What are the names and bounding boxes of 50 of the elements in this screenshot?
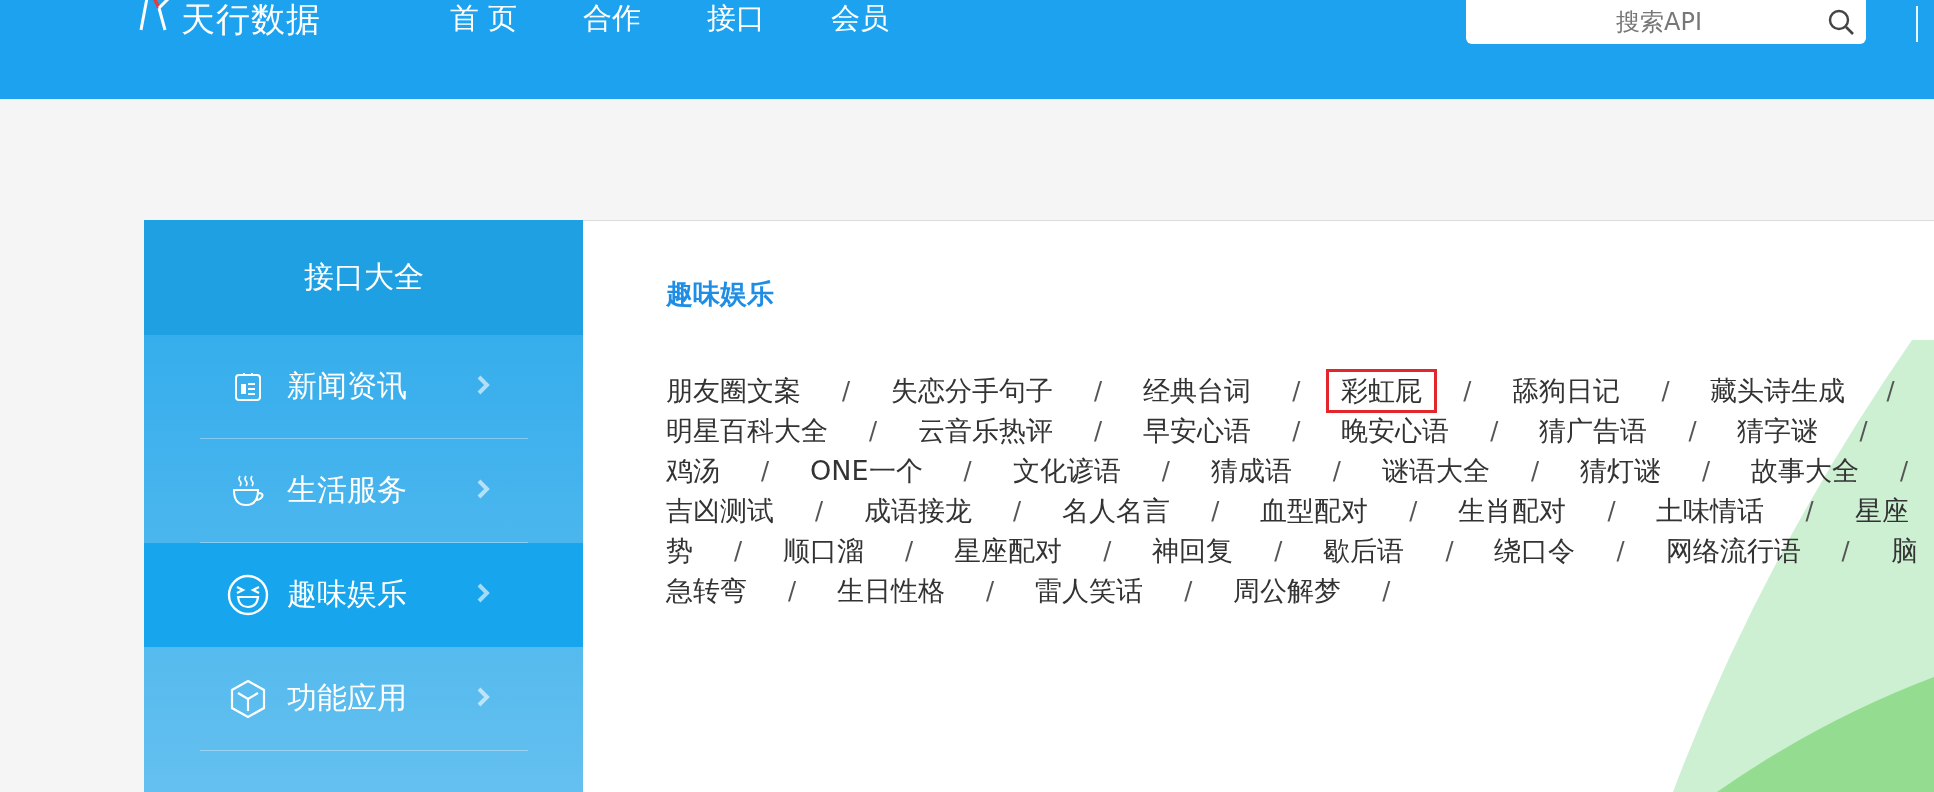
separator: / [1103,537,1112,565]
separator: / [1332,457,1341,485]
separator: / [734,537,743,565]
separator: / [1805,497,1814,525]
chevron-right-icon [476,477,490,500]
newspaper-icon [233,371,263,402]
separator: / [1094,377,1103,405]
separator: / [1463,377,1472,405]
search-icon[interactable] [1826,7,1856,37]
separator: / [1607,497,1616,525]
separator: / [1184,577,1193,605]
separator: / [788,577,797,605]
separator: / [869,417,878,445]
separator: / [1702,457,1711,485]
separator: / [1859,417,1868,445]
separator: / [1274,537,1283,565]
separator: / [1382,577,1391,605]
separator: / [1616,537,1625,565]
separator: / [1886,377,1895,405]
separator: / [905,537,914,565]
separator: / [1490,417,1499,445]
separator: / [1900,457,1909,485]
separator: / [815,497,824,525]
separator: / [1161,457,1170,485]
separator: / [1013,497,1022,525]
separator: / [1841,537,1850,565]
chevron-right-icon [476,373,490,396]
separator: / [1661,377,1670,405]
cup-icon [230,473,266,508]
chevron-right-icon [476,581,490,604]
separator: / [1292,377,1301,405]
separator: / [1409,497,1418,525]
chevron-right-icon [476,685,490,708]
category-link[interactable]: 彩虹屁 [1326,369,1438,413]
separator: / [1211,497,1220,525]
separator: / [1688,417,1697,445]
separator: / [1292,417,1301,445]
logo-text: 天行数据 [181,0,321,38]
separator: / [1445,537,1454,565]
separator: / [986,577,995,605]
separator: / [963,457,972,485]
laughing-face-icon [227,573,269,616]
separator: / [1530,457,1539,485]
cube-icon [230,678,266,719]
separator: / [761,457,770,485]
section-title: 趣味娱乐 [666,277,774,311]
separator: / [842,377,851,405]
separator: / [1094,417,1103,445]
search-field[interactable]: 搜索API [1466,0,1866,44]
sidebar-title: 接口大全 [303,258,424,296]
